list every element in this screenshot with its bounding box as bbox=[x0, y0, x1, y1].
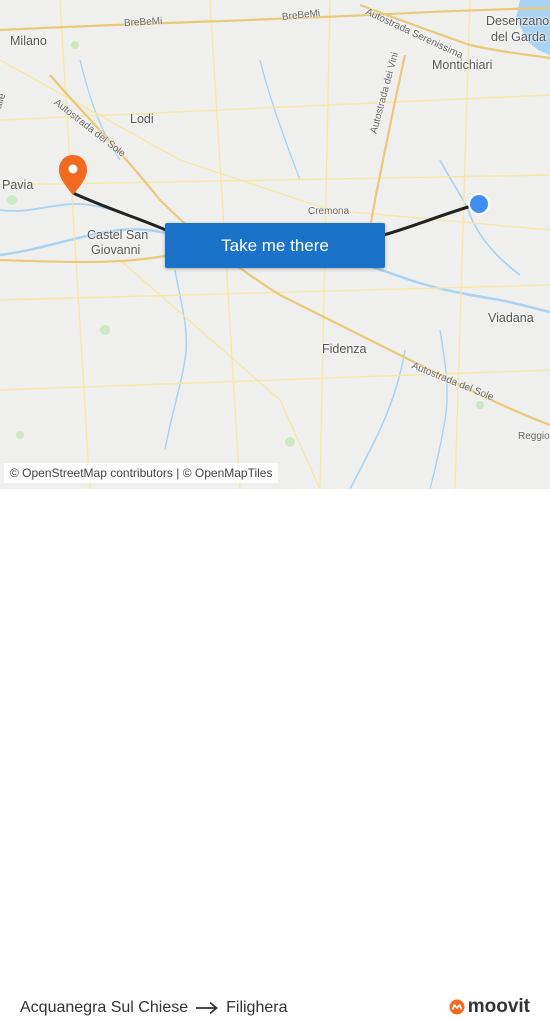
place-label: Desenzano bbox=[486, 14, 550, 28]
place-label: Castel San bbox=[87, 228, 149, 242]
take-me-there-button[interactable]: Take me there bbox=[165, 223, 385, 268]
map-attribution[interactable]: © OpenStreetMap contributors | © OpenMap… bbox=[4, 463, 279, 483]
brand-name: moovit bbox=[467, 996, 530, 1017]
moovit-logo[interactable]: moovit bbox=[449, 996, 530, 1018]
arrow-right-icon bbox=[195, 1001, 219, 1015]
route-summary: Acquanegra Sul Chiese Filighera bbox=[20, 999, 287, 1017]
map-view[interactable]: Milano Desenzano del Garda Montichiari L… bbox=[0, 0, 550, 489]
place-label: Reggio bbox=[518, 431, 550, 442]
place-label: Montichiari bbox=[432, 58, 493, 72]
place-label: Lodi bbox=[130, 112, 154, 126]
place-label: Pavia bbox=[2, 178, 34, 192]
moovit-logo-icon bbox=[449, 999, 465, 1015]
blue-location-dot-icon bbox=[468, 193, 490, 215]
footer-bar: Acquanegra Sul Chiese Filighera moovit bbox=[0, 489, 550, 1017]
place-label: Cremona bbox=[308, 206, 350, 217]
road-label: BreBeMi bbox=[123, 15, 163, 29]
place-label: Viadana bbox=[488, 311, 534, 325]
orange-destination-pin-icon bbox=[59, 155, 87, 195]
destination-name: Filighera bbox=[226, 999, 288, 1016]
place-label: Giovanni bbox=[91, 243, 141, 257]
place-label: Fidenza bbox=[322, 342, 367, 356]
place-label: del Garda bbox=[491, 30, 546, 44]
origin-name: Acquanegra Sul Chiese bbox=[20, 999, 189, 1016]
place-label: Milano bbox=[10, 34, 47, 48]
